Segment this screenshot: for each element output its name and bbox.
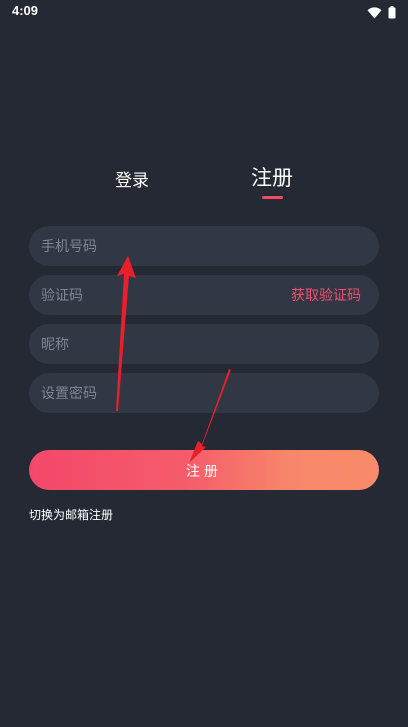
nickname-placeholder: 昵称 [41,337,69,353]
register-button[interactable]: 注册 [29,450,379,490]
wifi-icon [367,4,382,23]
phone-placeholder: 手机号码 [41,239,97,255]
password-input[interactable]: 设置密码 [29,373,379,413]
phone-input[interactable]: 手机号码 [29,226,379,266]
status-icons [367,4,396,23]
tab-register[interactable]: 注册 [246,162,298,192]
switch-to-email-link[interactable]: 切换为邮箱注册 [29,506,113,523]
password-placeholder: 设置密码 [41,386,97,402]
nickname-input[interactable]: 昵称 [29,324,379,364]
register-button-label: 注册 [186,464,222,480]
battery-icon [388,4,396,23]
verification-code-input[interactable]: 验证码 获取验证码 [29,275,379,315]
verification-code-placeholder: 验证码 [41,288,83,304]
auth-tabs: 登录 注册 [0,160,408,204]
tab-login[interactable]: 登录 [110,166,154,191]
status-time: 4:09 [12,3,39,18]
get-code-button[interactable]: 获取验证码 [291,285,361,305]
status-bar: 4:09 [0,0,408,24]
active-tab-indicator [262,196,283,199]
